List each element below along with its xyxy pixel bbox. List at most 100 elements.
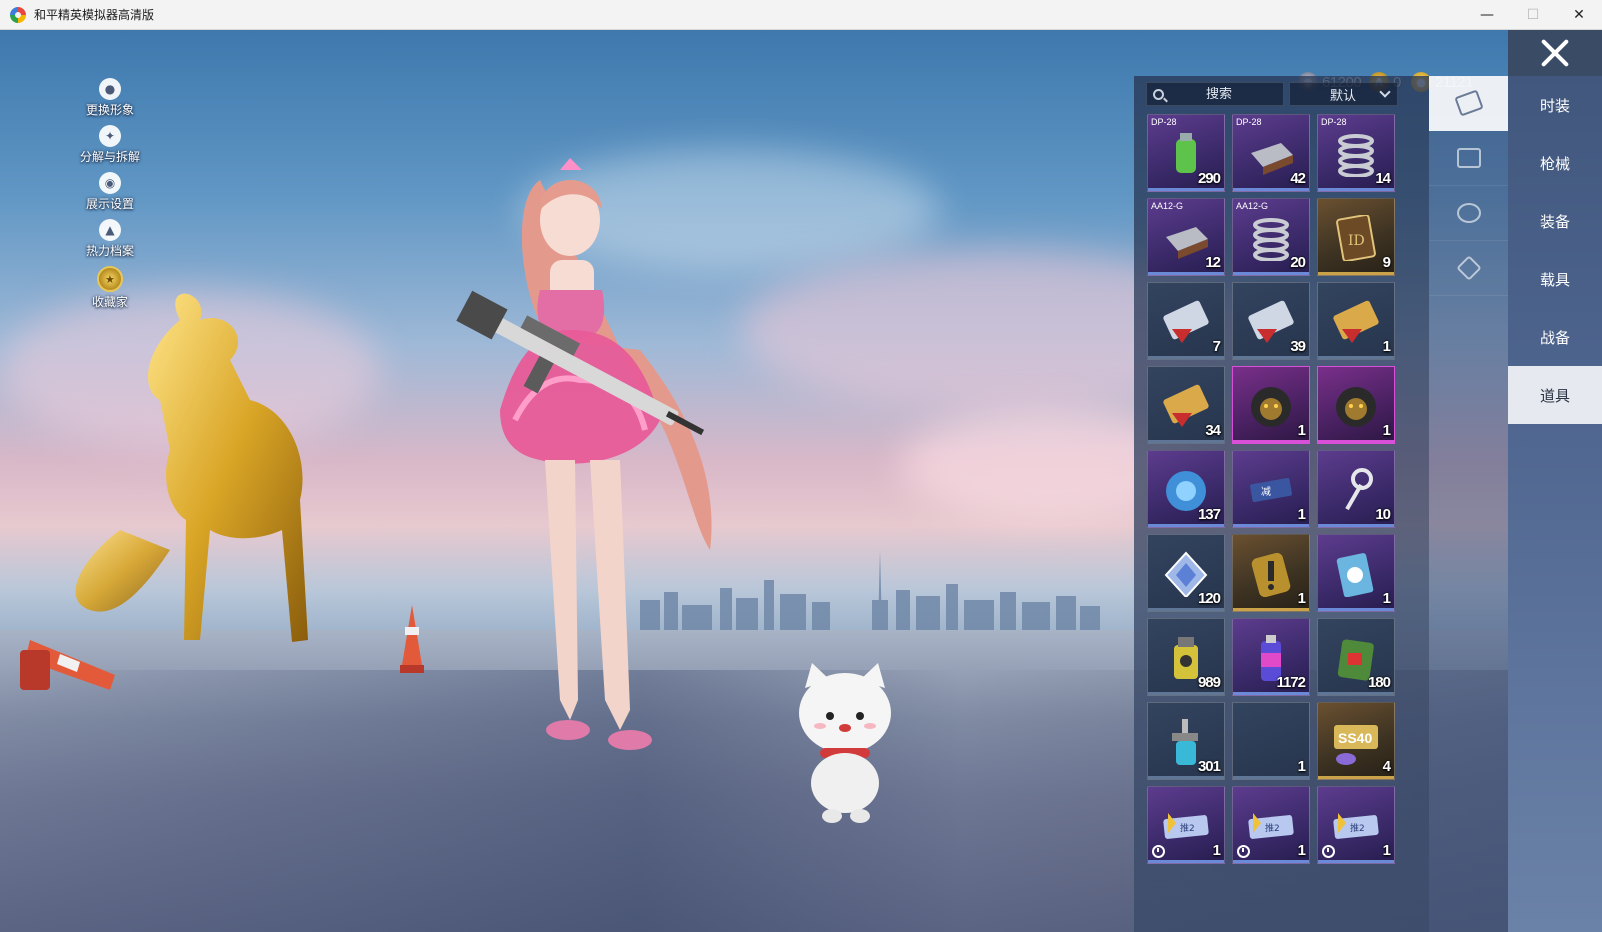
inventory-item[interactable]: AA12-G 12 bbox=[1147, 198, 1225, 276]
inventory-item[interactable]: 34 bbox=[1147, 366, 1225, 444]
ticket-icon bbox=[1455, 255, 1482, 281]
magazine-icon bbox=[1251, 143, 1293, 175]
lion-head-icon bbox=[1336, 387, 1376, 427]
spring-icon bbox=[1253, 218, 1289, 261]
inventory-item[interactable]: 1 bbox=[1317, 366, 1395, 444]
inventory-item[interactable]: DP-28 42 bbox=[1232, 114, 1310, 192]
item-count: 34 bbox=[1205, 422, 1221, 439]
inventory-item[interactable]: 1 bbox=[1232, 366, 1310, 444]
inventory-item[interactable]: 180 bbox=[1317, 618, 1395, 696]
item-count: 180 bbox=[1367, 674, 1391, 691]
inventory-item[interactable]: 减1 bbox=[1232, 450, 1310, 528]
subtab-chests[interactable] bbox=[1429, 131, 1508, 186]
collector-badge-icon: ★ bbox=[96, 266, 123, 292]
inventory-item[interactable]: 1 bbox=[1232, 702, 1310, 780]
clock-icon bbox=[1152, 845, 1165, 858]
search-icon bbox=[1153, 88, 1164, 100]
inventory-item[interactable]: 1 bbox=[1317, 534, 1395, 612]
svg-text:ID: ID bbox=[1348, 233, 1365, 249]
inventory-item[interactable]: DP-28 14 bbox=[1317, 114, 1395, 192]
inventory-item[interactable]: 1 bbox=[1317, 282, 1395, 360]
item-count: 1 bbox=[1212, 842, 1221, 859]
tab-equipment[interactable]: 装备 bbox=[1508, 192, 1602, 250]
item-count: 1172 bbox=[1276, 674, 1306, 691]
tab-battle-prep[interactable]: 战备 bbox=[1508, 308, 1602, 366]
menu-label: 热力档案 bbox=[85, 244, 134, 258]
close-icon bbox=[1537, 35, 1573, 71]
window-close-button[interactable]: ✕ bbox=[1556, 0, 1602, 30]
search-box[interactable] bbox=[1146, 82, 1284, 106]
menu-label: 展示设置 bbox=[85, 197, 134, 211]
item-count: 1 bbox=[1297, 590, 1306, 607]
card-icon bbox=[1453, 89, 1484, 117]
inventory-item[interactable]: 989 bbox=[1147, 618, 1225, 696]
inventory-item[interactable]: SS40 4 bbox=[1317, 702, 1395, 780]
flame-icon: ▲ bbox=[98, 219, 121, 241]
game-viewport: ● 更换形象 ✦ 分解与拆解 ◉ 展示设置 ▲ 热力档案 ★ 收藏家 ◉ 612… bbox=[0, 30, 1602, 932]
sort-dropdown[interactable]: 默认 bbox=[1289, 82, 1398, 106]
item-count: 1 bbox=[1382, 422, 1391, 439]
change-appearance-button[interactable]: ● 更换形象 bbox=[86, 78, 134, 118]
spring-icon bbox=[1338, 134, 1374, 177]
inventory-item[interactable]: 120 bbox=[1147, 534, 1225, 612]
inventory-item[interactable]: 推2 1 bbox=[1147, 786, 1225, 864]
item-count: 137 bbox=[1197, 506, 1221, 523]
item-weapon-tag: DP-28 bbox=[1236, 117, 1262, 127]
item-count: 1 bbox=[1382, 842, 1391, 859]
subtab-tickets[interactable] bbox=[1429, 241, 1508, 296]
chest-icon bbox=[1456, 148, 1481, 168]
inventory-item[interactable]: 1172 bbox=[1232, 618, 1310, 696]
minimize-button[interactable]: — bbox=[1464, 0, 1510, 30]
subtab-cards[interactable] bbox=[1429, 76, 1508, 131]
eye-icon: ◉ bbox=[98, 172, 121, 194]
svg-text:推2: 推2 bbox=[1265, 822, 1280, 834]
search-input[interactable] bbox=[1164, 86, 1274, 102]
item-count: 12 bbox=[1205, 254, 1221, 271]
inventory-item[interactable]: AA12-G 20 bbox=[1232, 198, 1310, 276]
item-count: 9 bbox=[1382, 254, 1391, 271]
ss40-pony-icon: SS40 bbox=[1334, 725, 1378, 765]
inventory-item[interactable]: 推2 1 bbox=[1232, 786, 1310, 864]
tab-vehicles[interactable]: 载具 bbox=[1508, 250, 1602, 308]
inventory-item[interactable]: DP-28 290 bbox=[1147, 114, 1225, 192]
inventory-item[interactable]: 推2 1 bbox=[1317, 786, 1395, 864]
item-weapon-tag: DP-28 bbox=[1321, 117, 1347, 127]
tab-firearms[interactable]: 枪械 bbox=[1508, 134, 1602, 192]
clock-icon bbox=[1237, 845, 1250, 858]
push-card-icon: 推2 bbox=[1163, 813, 1209, 839]
menu-label: 更换形象 bbox=[85, 103, 134, 117]
tab-props[interactable]: 道具 bbox=[1508, 366, 1602, 424]
item-count: 120 bbox=[1197, 590, 1221, 607]
collector-button[interactable]: ★ 收藏家 bbox=[92, 266, 128, 310]
decompose-button[interactable]: ✦ 分解与拆解 bbox=[80, 125, 140, 165]
item-count: 1 bbox=[1297, 506, 1306, 523]
tab-fashion[interactable]: 时装 bbox=[1508, 76, 1602, 134]
app-logo-icon bbox=[10, 6, 26, 23]
heat-profile-button[interactable]: ▲ 热力档案 bbox=[86, 219, 134, 259]
push-card-icon: 推2 bbox=[1248, 813, 1294, 839]
inventory-item[interactable]: ID 9 bbox=[1317, 198, 1395, 276]
card-pack-icon bbox=[1336, 553, 1374, 597]
display-settings-button[interactable]: ◉ 展示设置 bbox=[86, 172, 134, 212]
inventory-item[interactable]: 10 bbox=[1317, 450, 1395, 528]
person-icon: ● bbox=[98, 78, 121, 100]
maximize-button[interactable]: ☐ bbox=[1510, 0, 1556, 30]
white-cat-pet bbox=[799, 663, 891, 823]
inventory-item[interactable]: 7 bbox=[1147, 282, 1225, 360]
subtab-fireworks[interactable] bbox=[1429, 186, 1508, 241]
left-side-menu: ● 更换形象 ✦ 分解与拆解 ◉ 展示设置 ▲ 热力档案 ★ 收藏家 bbox=[70, 78, 150, 317]
inventory-item[interactable]: 1 bbox=[1232, 534, 1310, 612]
menu-label: 分解与拆解 bbox=[79, 150, 140, 164]
exp-card-2hour-icon bbox=[1248, 300, 1294, 343]
badge-icon bbox=[1251, 552, 1291, 597]
key-icon bbox=[1345, 468, 1373, 511]
item-count: 290 bbox=[1197, 170, 1221, 187]
inventory-item[interactable]: 301 bbox=[1147, 702, 1225, 780]
inventory-item[interactable]: 137 bbox=[1147, 450, 1225, 528]
item-count: 1 bbox=[1297, 422, 1306, 439]
menu-label: 收藏家 bbox=[91, 295, 128, 309]
svg-text:SS40: SS40 bbox=[1338, 730, 1372, 746]
sort-label: 默认 bbox=[1330, 88, 1357, 104]
close-inventory-button[interactable] bbox=[1508, 30, 1602, 76]
inventory-item[interactable]: 39 bbox=[1232, 282, 1310, 360]
